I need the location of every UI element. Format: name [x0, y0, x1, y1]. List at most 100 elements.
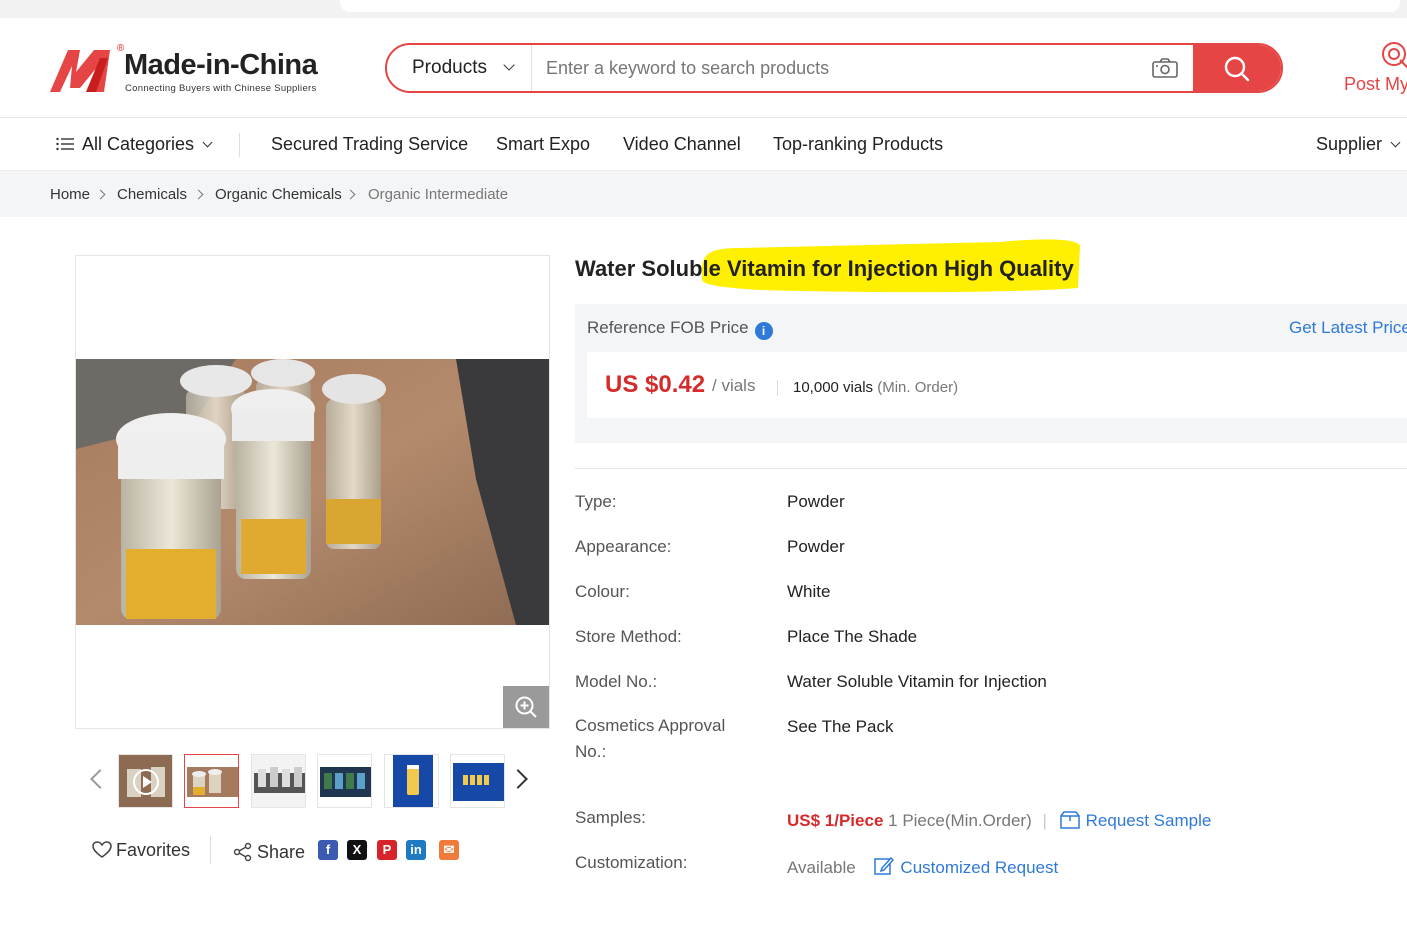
breadcrumb-chevron-icon — [193, 189, 204, 200]
reference-price-label: Reference FOB Price i — [587, 318, 773, 340]
price-divider — [777, 380, 778, 396]
spec-value-model-no: Water Soluble Vitamin for Injection — [787, 672, 1047, 691]
search-category-label: Products — [412, 57, 487, 78]
search-button[interactable] — [1193, 45, 1281, 91]
thumbnail-image-bottle-poster[interactable] — [384, 754, 439, 808]
reference-price-text: Reference FOB Price — [587, 318, 749, 337]
main-nav: All Categories Secured Trading Service S… — [0, 119, 1407, 171]
min-order: 10,000 vials (Min. Order) — [793, 379, 958, 396]
nav-divider — [239, 133, 240, 157]
get-latest-price-link[interactable]: Get Latest Price — [1289, 318, 1407, 338]
breadcrumb: Home Chemicals Organic Chemicals Organic… — [0, 171, 1407, 217]
breadcrumb-organic-chemicals[interactable]: Organic Chemicals — [215, 186, 342, 203]
spec-key-model-no: Model No.: — [575, 672, 658, 691]
chevron-down-icon — [1390, 137, 1401, 148]
samples-label: Samples: — [575, 808, 646, 827]
browser-top-strip — [0, 0, 1407, 18]
supplier-label: Supplier — [1316, 134, 1383, 154]
thumbnail-prev-arrow-icon[interactable] — [90, 769, 110, 789]
request-sample-link[interactable]: Request Sample — [1052, 811, 1212, 830]
thumbnail-image-vials[interactable] — [184, 754, 239, 808]
all-categories-menu[interactable]: All Categories — [56, 134, 213, 155]
spec-key-type: Type: — [575, 492, 617, 511]
spec-key-colour: Colour: — [575, 582, 630, 601]
section-divider — [575, 468, 1407, 469]
sample-price: US$ 1/Piece — [787, 811, 884, 830]
all-categories-label: All Categories — [82, 134, 195, 154]
camera-search-icon[interactable] — [1151, 57, 1179, 79]
search-bar: Products — [385, 43, 1283, 93]
chevron-down-icon — [503, 59, 515, 71]
spec-key-store-method: Store Method: — [575, 627, 682, 646]
product-photo — [76, 359, 549, 625]
price-panel: Reference FOB Price i Get Latest Price US… — [575, 304, 1407, 443]
nav-smart-expo[interactable]: Smart Expo — [496, 134, 590, 155]
min-order-suffix: (Min. Order) — [877, 379, 959, 396]
logo-m-icon — [50, 50, 110, 92]
price-unit: / vials — [712, 376, 756, 395]
thumbnail-video[interactable] — [118, 754, 173, 808]
share-label: Share — [257, 842, 306, 862]
spec-value-appearance: Powder — [787, 537, 845, 556]
thumbnail-next-arrow-icon[interactable] — [508, 769, 528, 789]
favorites-button[interactable]: Favorites — [92, 838, 190, 861]
search-icon — [1224, 56, 1250, 82]
price-row: US $0.42 / vials 10,000 vials (Min. Orde… — [587, 352, 1407, 418]
zoom-button[interactable] — [503, 686, 549, 728]
customized-request-link[interactable]: Customized Request — [860, 856, 1059, 877]
site-header: ® Made-in-China Connecting Buyers with C… — [0, 18, 1407, 118]
search-input[interactable] — [532, 45, 1152, 91]
email-icon[interactable]: ✉ — [439, 840, 459, 860]
nav-top-ranking[interactable]: Top-ranking Products — [773, 134, 943, 155]
logo-tagline: Connecting Buyers with Chinese Suppliers — [125, 83, 317, 94]
spec-key-cosmetics-approval: Cosmetics Approval No.: — [575, 716, 726, 761]
x-icon[interactable]: X — [347, 840, 367, 860]
nav-supplier-menu[interactable]: Supplier — [1316, 134, 1401, 155]
thumbnail-strip — [85, 752, 545, 810]
heart-icon — [92, 841, 112, 858]
menu-list-icon — [56, 137, 74, 151]
sample-box-icon — [1059, 811, 1080, 829]
post-request-icon — [1382, 42, 1407, 69]
share-icon — [233, 842, 252, 862]
samples-divider: | — [1042, 811, 1047, 830]
zoom-in-icon — [515, 696, 537, 718]
info-icon[interactable]: i — [754, 322, 773, 340]
site-logo[interactable]: ® Made-in-China Connecting Buyers with C… — [50, 43, 340, 96]
facebook-icon[interactable]: f — [318, 840, 338, 860]
nav-secured-trading[interactable]: Secured Trading Service — [271, 134, 468, 155]
breadcrumb-chemicals[interactable]: Chemicals — [117, 186, 187, 203]
logo-text: Made-in-China — [124, 49, 318, 81]
spec-value-cosmetics-approval: See The Pack — [787, 717, 894, 736]
breadcrumb-home[interactable]: Home — [50, 186, 90, 203]
spec-value-colour: White — [787, 582, 831, 601]
product-title: Water Soluble Vitamin for Injection High… — [575, 256, 1074, 281]
spec-value-store-method: Place The Shade — [787, 627, 918, 646]
breadcrumb-chevron-icon — [95, 189, 106, 200]
post-request-button[interactable]: Post My — [1344, 40, 1407, 100]
breadcrumb-chevron-icon — [345, 189, 356, 200]
thumbnail-image-tray[interactable] — [317, 754, 372, 808]
unit-price: US $0.42 — [605, 371, 706, 398]
social-divider — [210, 836, 211, 864]
spec-key-appearance: Appearance: — [575, 537, 672, 556]
pinterest-icon[interactable]: P — [377, 840, 397, 860]
customization-label: Customization: — [575, 853, 688, 872]
top-bar-pill — [340, 0, 1400, 12]
search-category-dropdown[interactable]: Products — [387, 45, 532, 91]
request-sample-label: Request Sample — [1085, 811, 1212, 830]
nav-video-channel[interactable]: Video Channel — [623, 134, 741, 155]
customized-request-label: Customized Request — [900, 858, 1059, 877]
min-order-qty: 10,000 vials — [793, 379, 874, 396]
favorites-label: Favorites — [116, 840, 191, 860]
main-product-image[interactable] — [75, 255, 550, 729]
samples-row: US$ 1/Piece 1 Piece(Min.Order) | Request… — [787, 808, 1211, 831]
linkedin-icon[interactable]: in — [406, 840, 426, 860]
post-request-label: Post My — [1344, 74, 1407, 94]
edit-icon — [874, 856, 895, 875]
share-button[interactable]: Share — [233, 838, 305, 863]
thumbnail-image-banner[interactable] — [450, 754, 505, 808]
thumbnail-image-bottles[interactable] — [251, 754, 306, 808]
breadcrumb-organic-intermediate: Organic Intermediate — [368, 186, 509, 203]
social-bar: Favorites Share f X P in ✉ — [92, 836, 552, 866]
